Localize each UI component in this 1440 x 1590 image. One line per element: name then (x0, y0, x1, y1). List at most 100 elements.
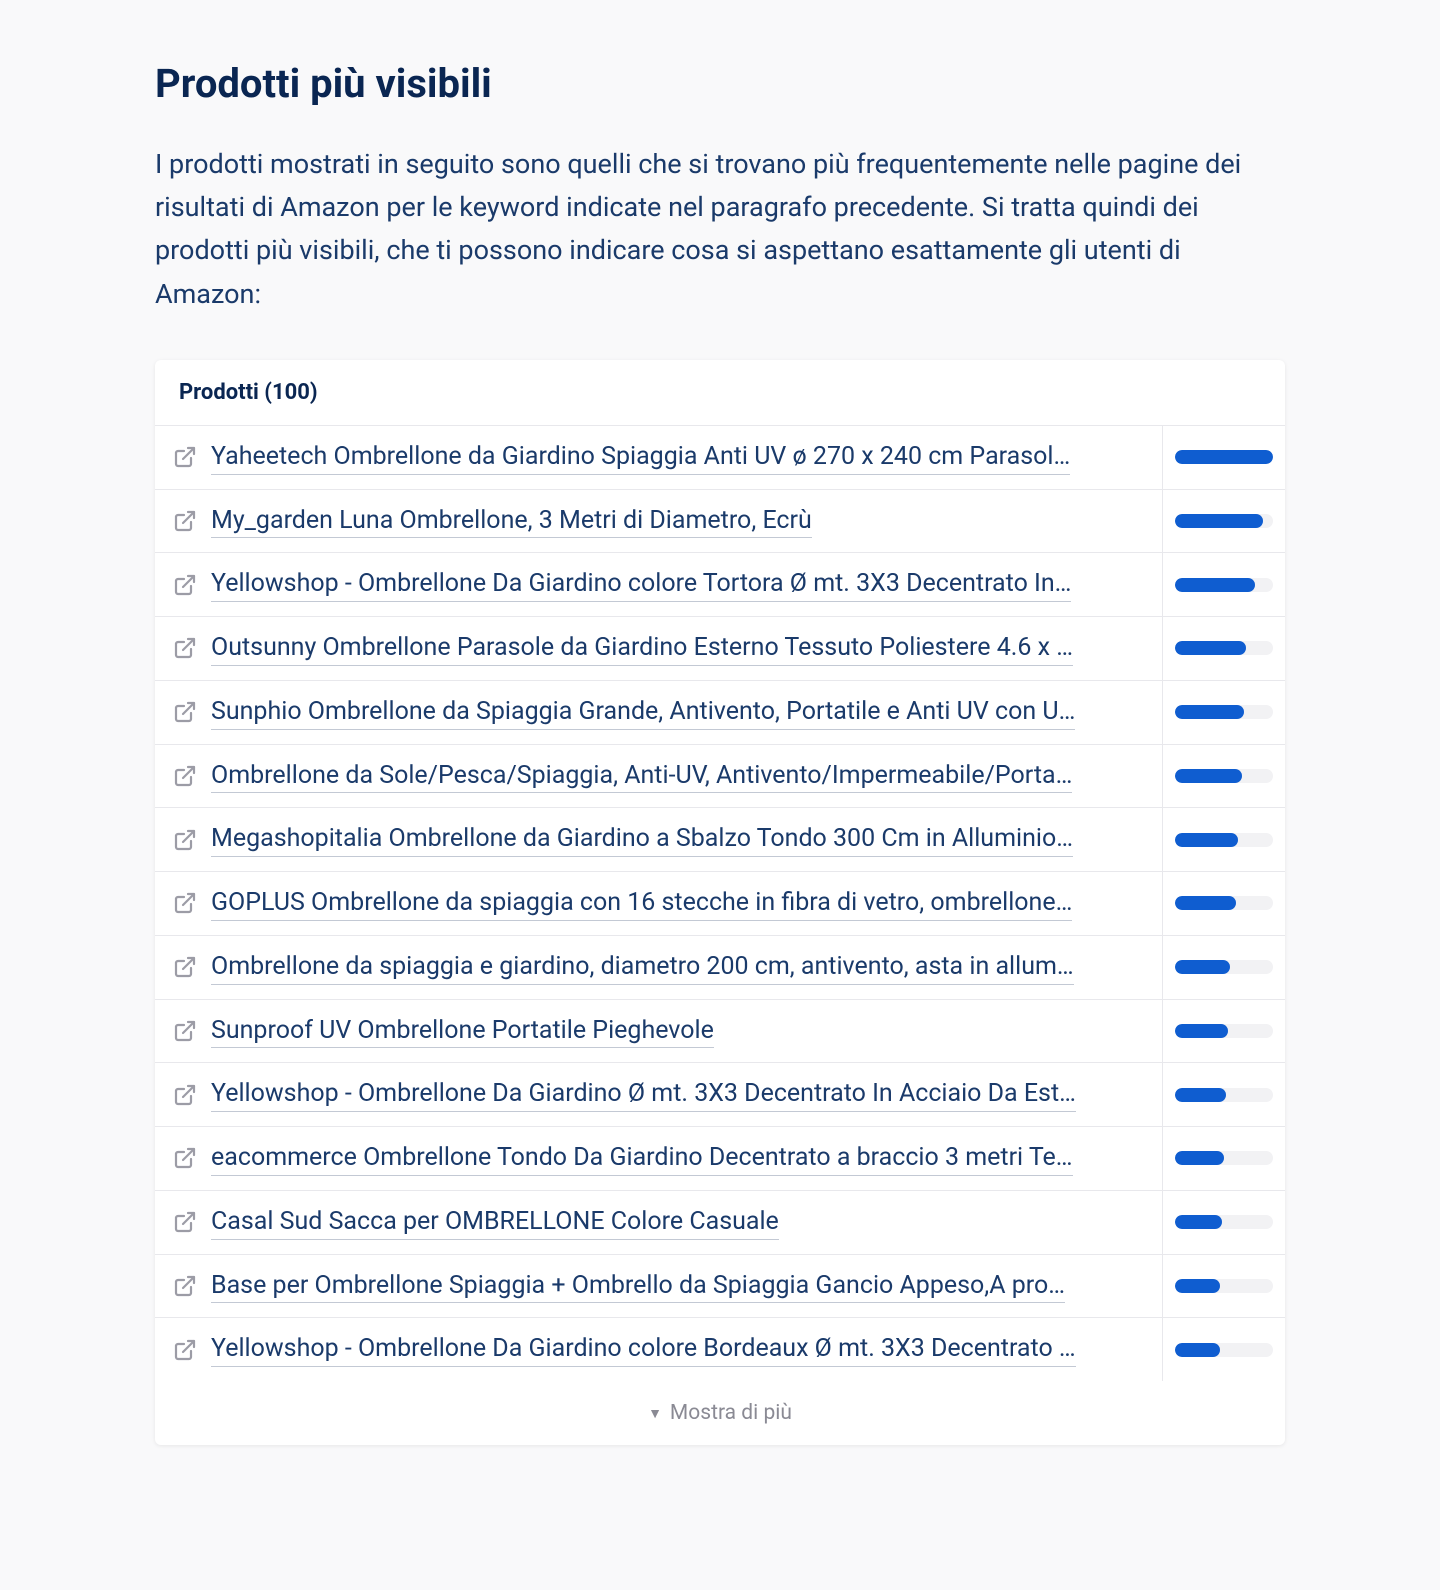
page-title: Prodotti più visibili (155, 60, 1285, 107)
visibility-bar-cell (1163, 681, 1285, 744)
table-row: Ombrellone da Sole/Pesca/Spiaggia, Anti-… (155, 745, 1285, 809)
external-link-icon[interactable] (173, 1210, 197, 1234)
product-link[interactable]: Base per Ombrellone Spiaggia + Ombrello … (211, 1269, 1065, 1304)
bar-fill (1175, 1024, 1228, 1038)
table-row: Outsunny Ombrellone Parasole da Giardino… (155, 617, 1285, 681)
product-cell: Sunproof UV Ombrellone Portatile Pieghev… (155, 1000, 1163, 1063)
visibility-bar-cell (1163, 936, 1285, 999)
visibility-bar-cell (1163, 1000, 1285, 1063)
product-link[interactable]: Sunphio Ombrellone da Spiaggia Grande, A… (211, 695, 1075, 730)
product-link[interactable]: Megashopitalia Ombrellone da Giardino a … (211, 822, 1073, 857)
caret-down-icon: ▼ (648, 1405, 662, 1422)
bar-fill (1175, 514, 1263, 528)
bar-track (1175, 514, 1273, 528)
bar-track (1175, 1215, 1273, 1229)
product-cell: Megashopitalia Ombrellone da Giardino a … (155, 808, 1163, 871)
product-cell: Ombrellone da Sole/Pesca/Spiaggia, Anti-… (155, 745, 1163, 808)
visibility-bar-cell (1163, 553, 1285, 616)
external-link-icon[interactable] (173, 700, 197, 724)
table-row: GOPLUS Ombrellone da spiaggia con 16 ste… (155, 872, 1285, 936)
show-more-button[interactable]: ▼ Mostra di più (155, 1381, 1285, 1445)
bar-track (1175, 769, 1273, 783)
external-link-icon[interactable] (173, 573, 197, 597)
visibility-bar-cell (1163, 1063, 1285, 1126)
bar-fill (1175, 769, 1242, 783)
table-row: Yaheetech Ombrellone da Giardino Spiaggi… (155, 426, 1285, 490)
product-cell: eacommerce Ombrellone Tondo Da Giardino … (155, 1127, 1163, 1190)
external-link-icon[interactable] (173, 636, 197, 660)
product-link[interactable]: Ombrellone da spiaggia e giardino, diame… (211, 950, 1074, 985)
table-body: Yaheetech Ombrellone da Giardino Spiaggi… (155, 426, 1285, 1381)
product-link[interactable]: GOPLUS Ombrellone da spiaggia con 16 ste… (211, 886, 1072, 921)
bar-track (1175, 1343, 1273, 1357)
table-row: My_garden Luna Ombrellone, 3 Metri di Di… (155, 490, 1285, 554)
table-row: eacommerce Ombrellone Tondo Da Giardino … (155, 1127, 1285, 1191)
visibility-bar-cell (1163, 1191, 1285, 1254)
product-link[interactable]: Yellowshop - Ombrellone Da Giardino colo… (211, 567, 1071, 602)
product-cell: Casal Sud Sacca per OMBRELLONE Colore Ca… (155, 1191, 1163, 1254)
external-link-icon[interactable] (173, 1338, 197, 1362)
product-cell: Yellowshop - Ombrellone Da Giardino colo… (155, 553, 1163, 616)
external-link-icon[interactable] (173, 764, 197, 788)
product-cell: Ombrellone da spiaggia e giardino, diame… (155, 936, 1163, 999)
bar-fill (1175, 1088, 1226, 1102)
bar-track (1175, 578, 1273, 592)
product-link[interactable]: My_garden Luna Ombrellone, 3 Metri di Di… (211, 504, 812, 539)
table-header: Prodotti (100) (155, 360, 1285, 426)
bar-fill (1175, 1279, 1220, 1293)
bar-track (1175, 1088, 1273, 1102)
product-link[interactable]: eacommerce Ombrellone Tondo Da Giardino … (211, 1141, 1073, 1176)
table-row: Megashopitalia Ombrellone da Giardino a … (155, 808, 1285, 872)
table-row: Base per Ombrellone Spiaggia + Ombrello … (155, 1255, 1285, 1319)
show-more-label: Mostra di più (670, 1401, 792, 1425)
bar-fill (1175, 960, 1230, 974)
external-link-icon[interactable] (173, 891, 197, 915)
product-link[interactable]: Ombrellone da Sole/Pesca/Spiaggia, Anti-… (211, 759, 1072, 794)
visibility-bar-cell (1163, 426, 1285, 489)
product-link[interactable]: Yellowshop - Ombrellone Da Giardino colo… (211, 1332, 1076, 1367)
visibility-bar-cell (1163, 872, 1285, 935)
external-link-icon[interactable] (173, 1274, 197, 1298)
bar-track (1175, 1024, 1273, 1038)
bar-track (1175, 641, 1273, 655)
external-link-icon[interactable] (173, 955, 197, 979)
visibility-bar-cell (1163, 745, 1285, 808)
bar-fill (1175, 705, 1244, 719)
product-link[interactable]: Casal Sud Sacca per OMBRELLONE Colore Ca… (211, 1205, 779, 1240)
table-row: Yellowshop - Ombrellone Da Giardino colo… (155, 1318, 1285, 1381)
visibility-bar-cell (1163, 490, 1285, 553)
bar-track (1175, 833, 1273, 847)
product-cell: Yellowshop - Ombrellone Da Giardino colo… (155, 1318, 1163, 1381)
product-cell: Base per Ombrellone Spiaggia + Ombrello … (155, 1255, 1163, 1318)
external-link-icon[interactable] (173, 445, 197, 469)
bar-track (1175, 705, 1273, 719)
bar-track (1175, 1279, 1273, 1293)
bar-track (1175, 1151, 1273, 1165)
external-link-icon[interactable] (173, 1019, 197, 1043)
bar-track (1175, 450, 1273, 464)
product-cell: Yellowshop - Ombrellone Da Giardino Ø mt… (155, 1063, 1163, 1126)
product-cell: Outsunny Ombrellone Parasole da Giardino… (155, 617, 1163, 680)
bar-fill (1175, 578, 1255, 592)
external-link-icon[interactable] (173, 1146, 197, 1170)
bar-fill (1175, 896, 1236, 910)
table-row: Yellowshop - Ombrellone Da Giardino Ø mt… (155, 1063, 1285, 1127)
table-row: Sunproof UV Ombrellone Portatile Pieghev… (155, 1000, 1285, 1064)
page-description: I prodotti mostrati in seguito sono quel… (155, 143, 1285, 316)
table-row: Casal Sud Sacca per OMBRELLONE Colore Ca… (155, 1191, 1285, 1255)
bar-fill (1175, 833, 1238, 847)
external-link-icon[interactable] (173, 1083, 197, 1107)
external-link-icon[interactable] (173, 509, 197, 533)
bar-fill (1175, 450, 1273, 464)
external-link-icon[interactable] (173, 828, 197, 852)
table-row: Yellowshop - Ombrellone Da Giardino colo… (155, 553, 1285, 617)
bar-fill (1175, 1151, 1224, 1165)
product-link[interactable]: Outsunny Ombrellone Parasole da Giardino… (211, 631, 1073, 666)
visibility-bar-cell (1163, 1127, 1285, 1190)
product-cell: My_garden Luna Ombrellone, 3 Metri di Di… (155, 490, 1163, 553)
table-row: Ombrellone da spiaggia e giardino, diame… (155, 936, 1285, 1000)
product-link[interactable]: Yellowshop - Ombrellone Da Giardino Ø mt… (211, 1077, 1076, 1112)
bar-track (1175, 896, 1273, 910)
product-link[interactable]: Sunproof UV Ombrellone Portatile Pieghev… (211, 1014, 714, 1049)
product-link[interactable]: Yaheetech Ombrellone da Giardino Spiaggi… (211, 440, 1070, 475)
